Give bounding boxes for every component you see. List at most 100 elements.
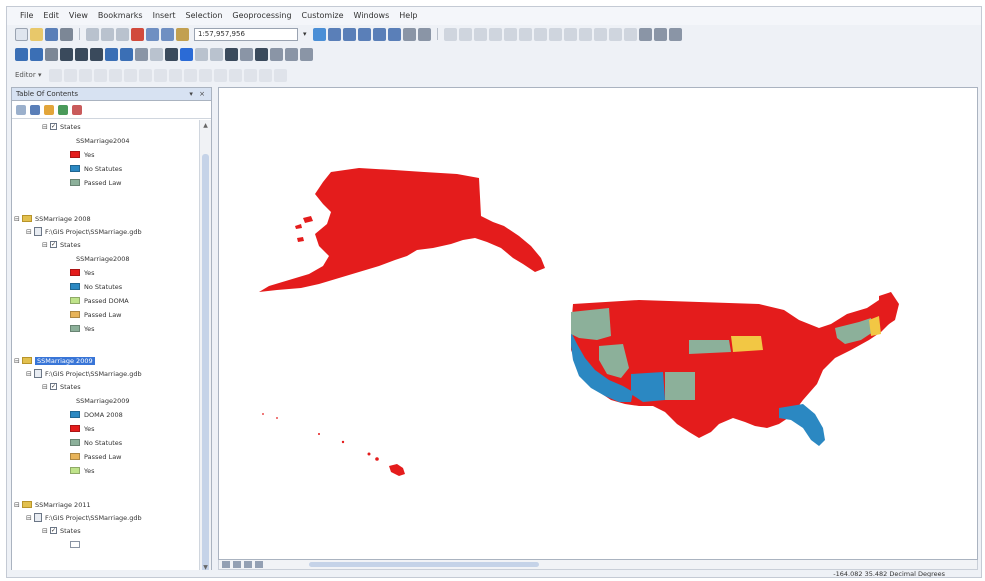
pan-icon[interactable] xyxy=(45,47,58,61)
menu-item-insert[interactable]: Insert xyxy=(148,7,181,25)
toc-data-frame[interactable]: ⊟ SSMarriage 2009 xyxy=(14,354,95,367)
menu-item-geoprocessing[interactable]: Geoprocessing xyxy=(227,7,296,25)
expand-toggle-icon[interactable]: ⊟ xyxy=(26,228,34,236)
paste-icon[interactable] xyxy=(116,27,129,41)
toc-field[interactable]: SSMarriage2009 xyxy=(76,394,130,407)
legend-item[interactable]: No Statutes xyxy=(70,280,122,293)
layer-visibility-checkbox[interactable]: ✓ xyxy=(50,383,57,390)
find-route-icon[interactable] xyxy=(240,47,253,61)
clear-selection-icon[interactable] xyxy=(150,47,163,61)
legend-item[interactable]: Yes xyxy=(70,464,95,477)
layer-visibility-checkbox[interactable]: ✓ xyxy=(50,123,57,130)
toc-data-frame[interactable]: ⊟ SSMarriage 2011 xyxy=(14,498,91,511)
expand-toggle-icon[interactable]: ⊟ xyxy=(42,123,50,131)
python-window-icon[interactable] xyxy=(387,27,401,41)
hyperlink-icon[interactable] xyxy=(195,47,208,61)
fixed-zoom-out-icon[interactable] xyxy=(90,47,103,61)
catalog-icon[interactable] xyxy=(342,27,356,41)
options-icon[interactable] xyxy=(72,104,82,115)
map-scale-input[interactable]: 1:57,957,956 xyxy=(194,27,298,41)
arctoolbox-icon[interactable] xyxy=(372,27,386,41)
add-data-icon[interactable] xyxy=(176,27,189,41)
toc-scrollbar[interactable]: ▲ ▼ xyxy=(199,120,211,573)
toc-layer[interactable]: ⊟ ✓ States xyxy=(42,380,81,393)
list-by-selection-icon[interactable] xyxy=(58,104,68,115)
layer-name[interactable]: States xyxy=(60,383,81,391)
zoom-out-icon[interactable] xyxy=(30,47,43,61)
editor-toolbar-icon[interactable] xyxy=(312,27,326,41)
menu-item-file[interactable]: File xyxy=(15,7,38,25)
select-elements-icon[interactable] xyxy=(165,47,178,61)
legend-item[interactable]: DOMA 2008 xyxy=(70,408,123,421)
expand-toggle-icon[interactable]: ⊟ xyxy=(26,514,34,522)
layer-name[interactable]: States xyxy=(60,527,81,535)
scroll-thumb[interactable] xyxy=(202,154,209,573)
expand-toggle-icon[interactable]: ⊟ xyxy=(42,241,50,249)
legend-item[interactable]: Passed DOMA xyxy=(70,294,129,307)
legend-item[interactable]: No Statutes xyxy=(70,162,122,175)
pause-drawing-icon[interactable] xyxy=(255,561,263,568)
map-view[interactable] xyxy=(218,87,978,560)
delete-icon[interactable] xyxy=(131,27,144,41)
refresh-icon[interactable] xyxy=(244,561,252,568)
time-slider-icon[interactable] xyxy=(285,47,298,61)
forward-extent-icon[interactable] xyxy=(120,47,133,61)
toc-data-source[interactable]: ⊟ F:\GIS Project\SSMarriage.gdb xyxy=(26,511,142,524)
horizontal-scroll-thumb[interactable] xyxy=(309,562,539,567)
expand-toggle-icon[interactable]: ⊟ xyxy=(14,215,22,223)
menu-item-view[interactable]: View xyxy=(64,7,93,25)
copy-icon[interactable] xyxy=(101,27,114,41)
create-viewer-window-icon[interactable] xyxy=(300,47,313,61)
tool-icon[interactable] xyxy=(668,27,682,41)
menu-item-selection[interactable]: Selection xyxy=(181,7,228,25)
legend-item[interactable]: Yes xyxy=(70,322,95,335)
legend-item[interactable] xyxy=(70,538,84,551)
menu-item-bookmarks[interactable]: Bookmarks xyxy=(93,7,148,25)
fixed-zoom-in-icon[interactable] xyxy=(75,47,88,61)
menu-item-edit[interactable]: Edit xyxy=(38,7,64,25)
toc-layer[interactable]: ⊟ ✓ States xyxy=(42,120,81,133)
print-icon[interactable] xyxy=(60,27,73,41)
toc-data-source[interactable]: ⊟ F:\GIS Project\SSMarriage.gdb xyxy=(26,225,142,238)
cut-icon[interactable] xyxy=(86,27,99,41)
menu-item-windows[interactable]: Windows xyxy=(349,7,395,25)
search-window-icon[interactable] xyxy=(357,27,371,41)
menu-item-help[interactable]: Help xyxy=(394,7,422,25)
undo-icon[interactable] xyxy=(146,27,159,41)
identify-icon[interactable] xyxy=(180,47,193,61)
toc-layer[interactable]: ⊟ ✓ States xyxy=(42,524,81,537)
list-by-drawing-order-icon[interactable] xyxy=(16,104,26,115)
redo-icon[interactable] xyxy=(161,27,174,41)
editor-menu[interactable]: Editor ▾ xyxy=(15,71,41,79)
data-view-icon[interactable] xyxy=(222,561,230,568)
expand-toggle-icon[interactable]: ⊟ xyxy=(42,527,50,535)
chevron-down-icon[interactable]: ▾ xyxy=(303,30,307,38)
legend-item[interactable]: Passed Law xyxy=(70,450,122,463)
legend-item[interactable]: Yes xyxy=(70,266,95,279)
legend-item[interactable]: Passed Law xyxy=(70,308,122,321)
new-document-icon[interactable] xyxy=(15,27,28,41)
zoom-in-icon[interactable] xyxy=(15,47,28,61)
layout-view-icon[interactable] xyxy=(233,561,241,568)
find-icon[interactable] xyxy=(225,47,238,61)
layer-name[interactable]: States xyxy=(60,123,81,131)
layer-visibility-checkbox[interactable]: ✓ xyxy=(50,241,57,248)
tool-icon[interactable] xyxy=(653,27,667,41)
expand-toggle-icon[interactable]: ⊟ xyxy=(42,383,50,391)
list-by-source-icon[interactable] xyxy=(30,104,40,115)
open-icon[interactable] xyxy=(30,27,43,41)
expand-toggle-icon[interactable]: ⊟ xyxy=(26,370,34,378)
menu-item-customize[interactable]: Customize xyxy=(297,7,349,25)
model-builder-icon[interactable] xyxy=(402,27,416,41)
toc-data-frame[interactable]: ⊟ SSMarriage 2008 xyxy=(14,212,91,225)
scroll-up-icon[interactable]: ▲ xyxy=(202,122,209,129)
legend-item[interactable]: Yes xyxy=(70,148,95,161)
measure-icon[interactable] xyxy=(270,47,283,61)
table-of-contents-icon[interactable] xyxy=(327,27,341,41)
layer-name[interactable]: States xyxy=(60,241,81,249)
help-icon[interactable] xyxy=(417,27,431,41)
full-extent-icon[interactable] xyxy=(60,47,73,61)
list-by-visibility-icon[interactable] xyxy=(44,104,54,115)
legend-item[interactable]: Passed Law xyxy=(70,176,122,189)
expand-toggle-icon[interactable]: ⊟ xyxy=(14,357,22,365)
